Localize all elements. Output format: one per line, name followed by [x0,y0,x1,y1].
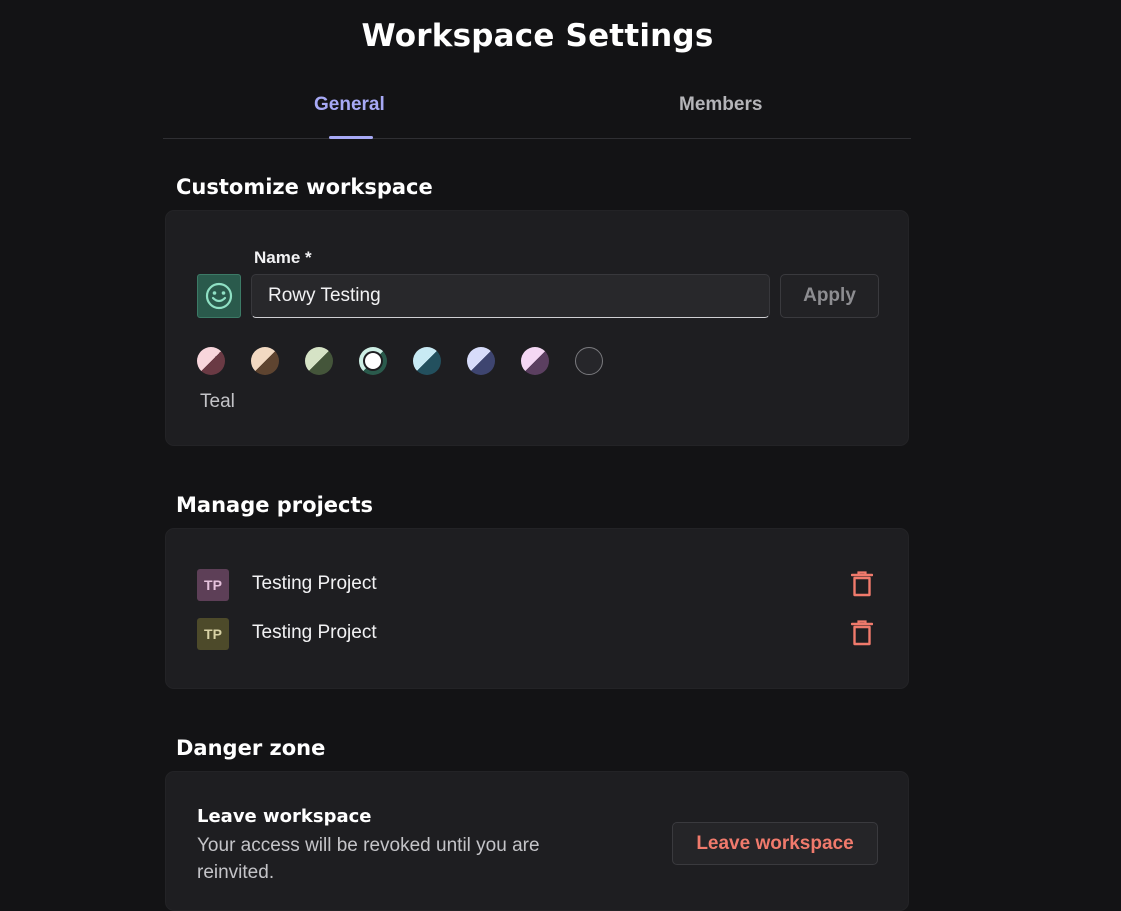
settings-tabs: General Members [163,80,911,139]
swatch-blue[interactable] [467,347,495,375]
name-field-label: Name * [254,248,312,267]
leave-workspace-description: Your access will be revoked until you ar… [197,835,540,883]
customize-section-title: Customize workspace [176,175,433,199]
apply-button[interactable]: Apply [780,274,879,318]
delete-project-button[interactable] [847,618,877,648]
swatch-purple[interactable] [521,347,549,375]
project-name: Testing Project [252,622,377,643]
swatch-orange[interactable] [251,347,279,375]
tab-general[interactable]: General [314,94,385,116]
selected-color-name: Teal [200,391,235,412]
workspace-name-input[interactable] [251,274,770,318]
active-tab-indicator [329,136,373,139]
swatch-teal[interactable] [359,347,387,375]
delete-project-button[interactable] [847,569,877,599]
swatch-green[interactable] [305,347,333,375]
trash-icon [851,620,873,646]
danger-section-title: Danger zone [176,736,326,760]
swatch-none[interactable] [575,347,603,375]
project-badge: TP [197,569,229,601]
danger-card: Leave workspace Your access will be revo… [165,771,909,911]
workspace-avatar-button[interactable] [197,274,241,318]
projects-card: TP Testing Project TP Testing Project [165,528,909,689]
leave-workspace-title: Leave workspace [197,806,372,827]
tab-members[interactable]: Members [679,94,762,116]
page-title: Workspace Settings [361,18,714,54]
leave-workspace-button[interactable]: Leave workspace [672,822,878,865]
projects-section-title: Manage projects [176,493,374,517]
smiley-face-icon [205,282,233,310]
customize-card: Name * Apply Teal [165,210,909,446]
project-row: TP Testing Project [197,616,877,650]
trash-icon [851,571,873,597]
project-row: TP Testing Project [197,567,877,601]
project-name: Testing Project [252,573,377,594]
project-badge: TP [197,618,229,650]
swatch-pink[interactable] [197,347,225,375]
swatch-cyan[interactable] [413,347,441,375]
